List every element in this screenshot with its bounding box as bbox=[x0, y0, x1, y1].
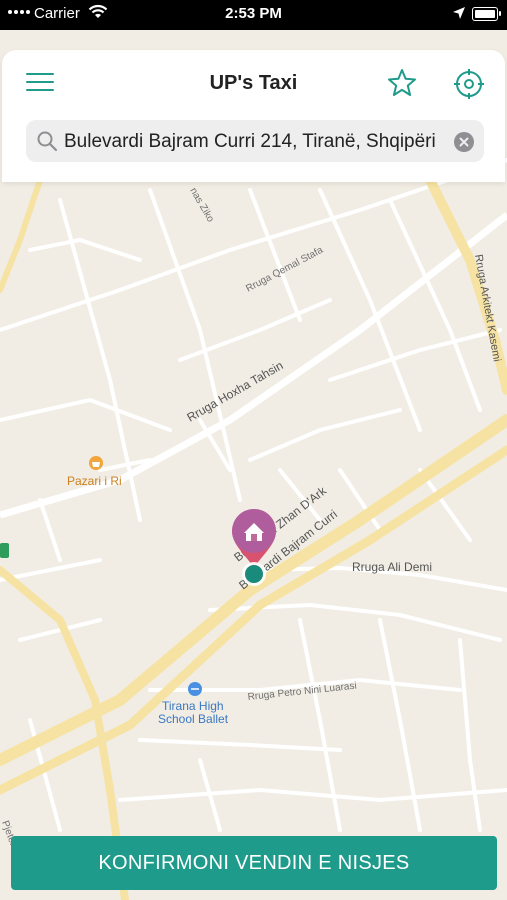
status-time: 2:53 PM bbox=[225, 5, 282, 22]
top-panel: UP's Taxi bbox=[2, 50, 505, 182]
current-location-dot bbox=[245, 565, 263, 583]
battery-icon bbox=[472, 7, 501, 21]
label-ali-demi: Rruga Ali Demi bbox=[352, 560, 432, 574]
clear-search-button[interactable] bbox=[454, 132, 474, 152]
search-icon bbox=[37, 131, 58, 152]
app-title: UP's Taxi bbox=[209, 72, 298, 94]
confirm-pickup-button[interactable]: KONFIRMONI VENDIN E NISJES bbox=[11, 836, 497, 890]
clear-icon bbox=[459, 137, 469, 147]
locate-me-icon[interactable] bbox=[453, 68, 485, 100]
label-ballet-line1: Tirana High bbox=[162, 699, 224, 713]
label-pazari-i-ri: Pazari i Ri bbox=[67, 474, 122, 488]
favorites-star-icon[interactable] bbox=[387, 68, 417, 98]
label-ballet-line2: School Ballet bbox=[158, 712, 229, 726]
status-bar: Carrier 2:53 PM bbox=[0, 0, 507, 30]
address-input[interactable] bbox=[62, 126, 451, 158]
transit-icon bbox=[0, 543, 9, 558]
search-bar bbox=[26, 120, 484, 162]
location-arrow-icon bbox=[453, 7, 465, 19]
